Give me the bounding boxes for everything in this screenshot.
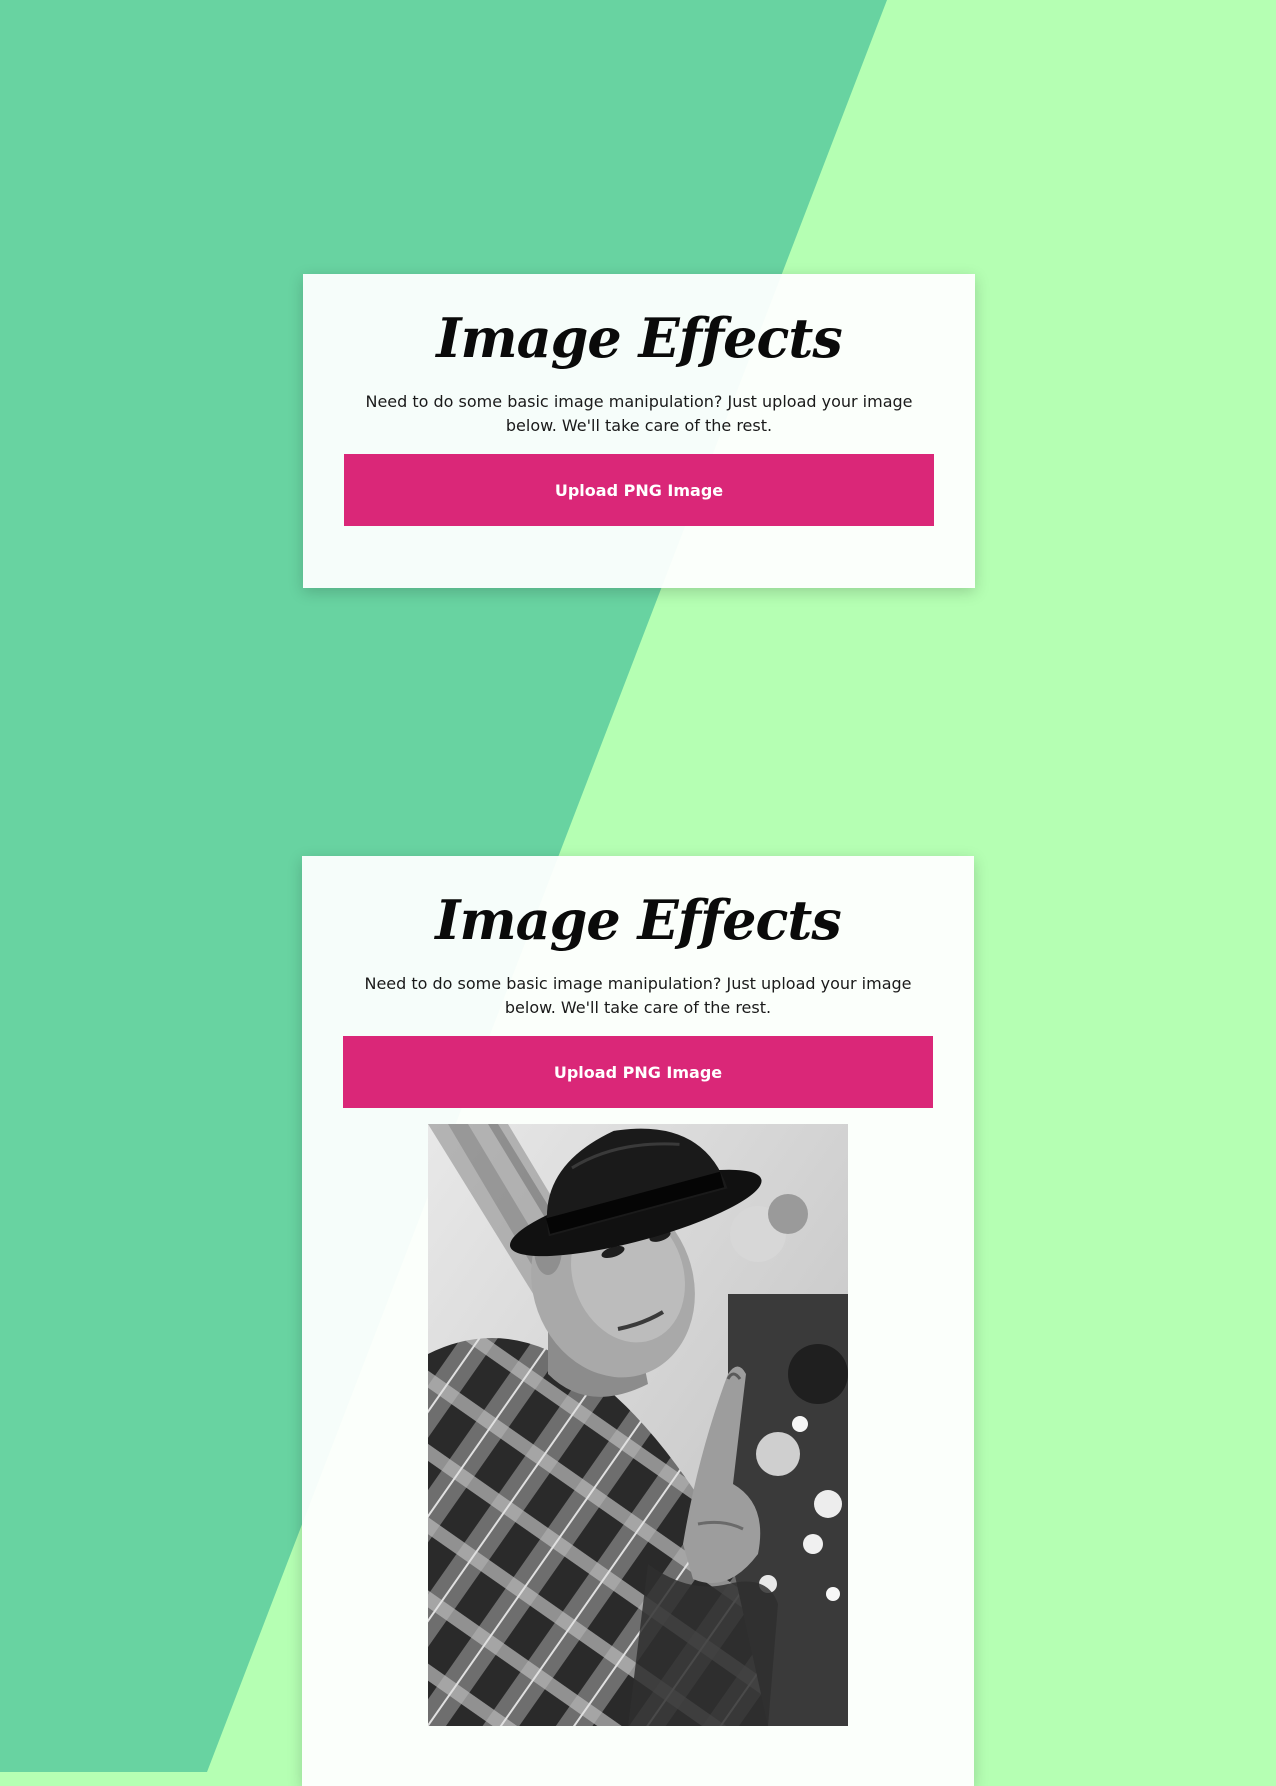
upload-png-button[interactable]: Upload PNG Image: [344, 454, 934, 526]
app-title: Image Effects: [435, 888, 842, 952]
app-title: Image Effects: [436, 306, 843, 370]
upload-png-button[interactable]: Upload PNG Image: [343, 1036, 933, 1108]
app-description: Need to do some basic image manipulation…: [364, 974, 912, 1017]
image-effects-card: Image Effects Need to do some basic imag…: [303, 274, 975, 588]
portrait-image: [428, 1124, 848, 1726]
app-description: Need to do some basic image manipulation…: [365, 392, 913, 435]
processed-image-preview: [428, 1124, 848, 1726]
image-effects-card-with-preview: Image Effects Need to do some basic imag…: [302, 856, 974, 1786]
